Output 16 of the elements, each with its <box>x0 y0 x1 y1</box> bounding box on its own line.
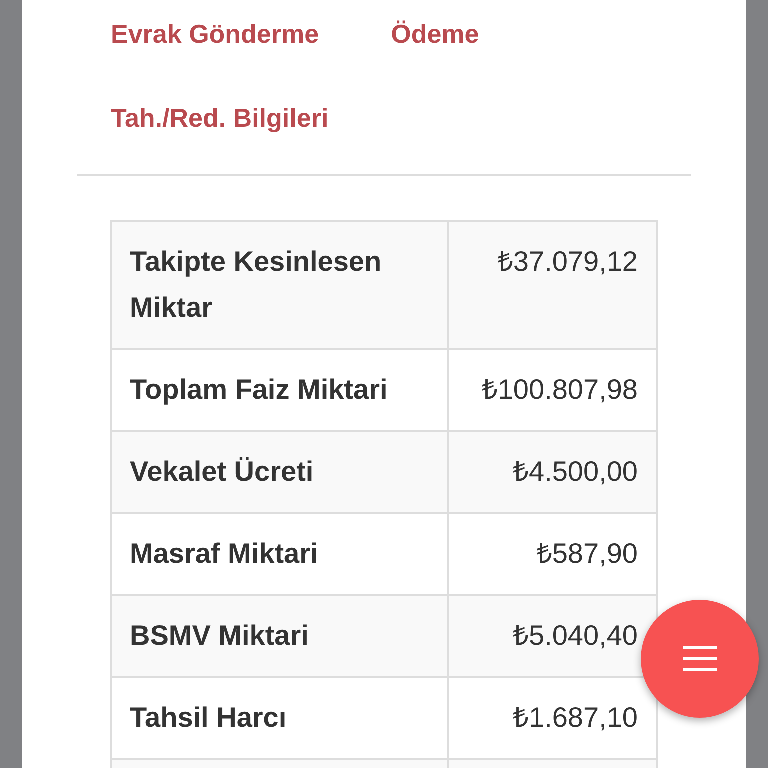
row-label: Tahsil Harcı <box>112 678 449 758</box>
amount-cell-text: ₺37.079,12 <box>496 245 639 279</box>
tab-link[interactable]: Evrak Gönderme <box>111 14 320 98</box>
row-label: BSMV Miktari <box>112 596 449 676</box>
row-label: Masraf Miktari <box>112 514 449 594</box>
row-label: Toplam Faiz Miktari <box>112 350 449 430</box>
amount-cell-text: ₺1.687,10 <box>512 701 639 735</box>
row-label: Takipte Kesinlesen Miktar <box>112 222 449 348</box>
amount-cell-text: ₺100.807,98 <box>480 373 639 407</box>
tab-link[interactable]: Ödeme <box>391 14 480 98</box>
row-label: Vekalet Ücreti <box>112 432 449 512</box>
amount-cell-text: ₺587,90 <box>535 537 639 571</box>
tab-link[interactable]: Tah./Red. Bilgileri <box>111 98 329 182</box>
amount-cell-text: ₺4.500,00 <box>512 455 639 489</box>
amount-cell-text: ₺5.040,40 <box>512 619 639 653</box>
menu-icon <box>683 646 717 672</box>
